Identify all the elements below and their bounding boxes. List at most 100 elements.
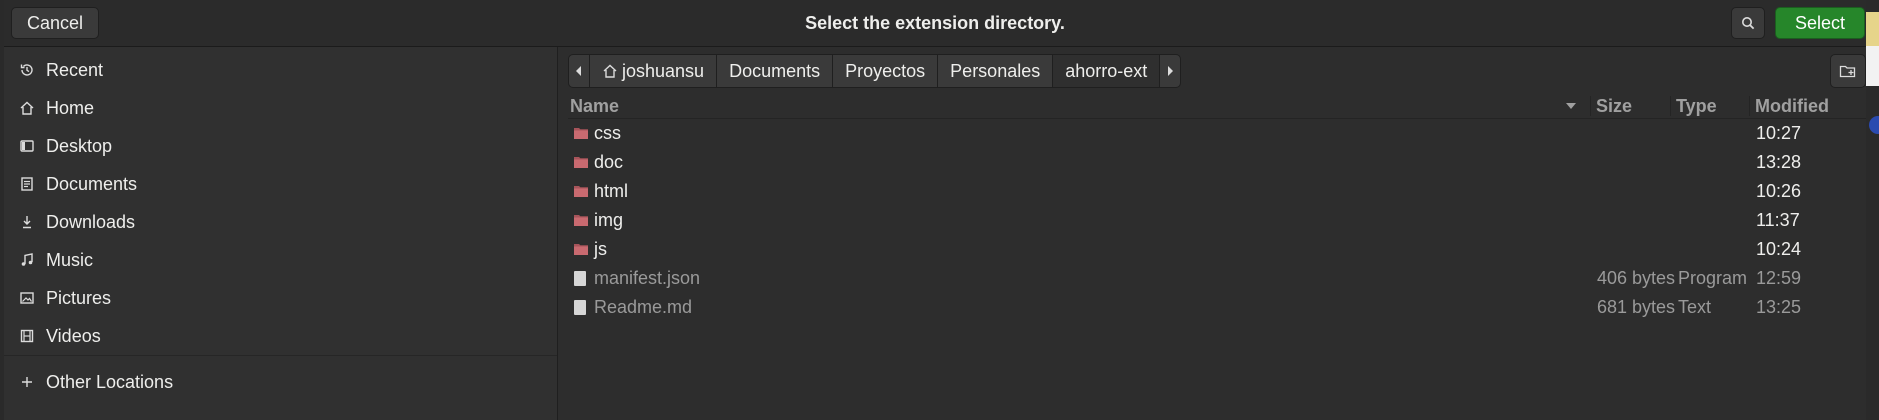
- sidebar-item-documents[interactable]: Documents: [4, 165, 557, 203]
- sidebar-item-label: Desktop: [46, 135, 113, 156]
- path-segment-home[interactable]: joshuansu: [589, 54, 718, 88]
- new-folder-button[interactable]: [1830, 54, 1866, 88]
- sidebar-item-label: Home: [46, 97, 95, 118]
- column-header-modified[interactable]: Modified: [1755, 94, 1865, 118]
- file-name: js: [594, 239, 607, 259]
- background-strip: [1865, 12, 1879, 46]
- path-segment[interactable]: Personales: [937, 54, 1054, 88]
- path-scroll-right-button[interactable]: [1159, 54, 1182, 88]
- path-segment-label: Proyectos: [845, 60, 926, 81]
- chevron-right-icon: [1168, 66, 1174, 76]
- file-chooser-dialog: Cancel Select the extension directory. S…: [4, 0, 1866, 420]
- plus-icon: [18, 373, 36, 391]
- column-separator: [1670, 96, 1671, 116]
- desktop-icon: [18, 137, 36, 155]
- column-separator: [1590, 96, 1591, 116]
- file-modified: 10:24: [1756, 239, 1802, 259]
- file-modified: 10:26: [1756, 181, 1802, 201]
- column-header-label: Modified: [1755, 95, 1829, 116]
- file-modified: 13:25: [1756, 297, 1802, 317]
- sidebar-item-videos[interactable]: Videos: [4, 317, 557, 355]
- document-icon: [18, 175, 36, 193]
- file-name: html: [594, 181, 629, 201]
- cancel-button[interactable]: Cancel: [11, 7, 99, 39]
- background-strip: [1865, 46, 1879, 86]
- folder-icon: [574, 157, 588, 168]
- header-bar: Cancel Select the extension directory. S…: [4, 0, 1866, 47]
- places-sidebar: Recent Home Desktop Documents Downloads …: [4, 47, 558, 420]
- path-segment-label: joshuansu: [622, 60, 705, 81]
- path-bar: joshuansu Documents Proyectos Personales…: [568, 54, 1182, 88]
- file-row[interactable]: css 10:27: [568, 119, 1866, 148]
- sidebar-item-label: Recent: [46, 59, 104, 80]
- column-header-label: Name: [570, 95, 620, 116]
- file-modified: 13:28: [1756, 152, 1802, 172]
- sidebar-item-label: Downloads: [46, 211, 136, 232]
- sidebar-item-home[interactable]: Home: [4, 89, 557, 127]
- folder-icon: [574, 186, 588, 197]
- file-type: Program: [1678, 268, 1748, 288]
- select-button[interactable]: Select: [1775, 7, 1865, 39]
- sidebar-item-label: Music: [46, 249, 94, 270]
- file-row[interactable]: img 11:37: [568, 206, 1866, 235]
- path-segment-current[interactable]: ahorro-ext: [1052, 54, 1161, 88]
- path-segment-label: ahorro-ext: [1065, 60, 1148, 81]
- file-browser-pane: joshuansu Documents Proyectos Personales…: [558, 47, 1866, 420]
- file-modified: 12:59: [1756, 268, 1802, 288]
- file-modified: 11:37: [1756, 210, 1800, 230]
- dialog-title: Select the extension directory.: [805, 12, 1065, 33]
- column-header-size[interactable]: Size: [1596, 94, 1666, 118]
- file-row[interactable]: doc 13:28: [568, 148, 1866, 177]
- path-segment[interactable]: Documents: [716, 54, 834, 88]
- path-segment-label: Documents: [729, 60, 821, 81]
- sidebar-item-music[interactable]: Music: [4, 241, 557, 279]
- file-modified: 10:27: [1756, 123, 1802, 143]
- music-note-icon: [18, 251, 36, 269]
- sidebar-item-downloads[interactable]: Downloads: [4, 203, 557, 241]
- json-file-icon: [574, 271, 586, 286]
- sidebar-item-pictures[interactable]: Pictures: [4, 279, 557, 317]
- column-header-label: Size: [1596, 95, 1633, 116]
- clock-icon: [18, 61, 36, 79]
- file-type: Text: [1678, 297, 1712, 317]
- sidebar-item-recent[interactable]: Recent: [4, 51, 557, 89]
- sidebar-separator: [4, 355, 557, 356]
- column-header-name[interactable]: Name: [570, 94, 1588, 118]
- sidebar-item-label: Documents: [46, 173, 138, 194]
- file-size: 406 bytes: [1597, 268, 1676, 288]
- file-name: doc: [594, 152, 624, 172]
- sidebar-item-label: Videos: [46, 325, 101, 346]
- chevron-left-icon: [576, 66, 581, 76]
- file-name: css: [594, 123, 621, 143]
- path-scroll-left-button[interactable]: [568, 54, 590, 88]
- search-icon: [1742, 17, 1755, 30]
- file-name: manifest.json: [594, 268, 701, 288]
- sidebar-item-label: Pictures: [46, 287, 112, 308]
- file-row[interactable]: manifest.json 406 bytes Program 12:59: [568, 264, 1866, 293]
- file-name: img: [594, 210, 624, 230]
- folder-icon: [574, 215, 588, 226]
- search-button[interactable]: [1731, 7, 1765, 39]
- file-size: 681 bytes: [1597, 297, 1676, 317]
- sort-descending-icon[interactable]: [1566, 102, 1576, 110]
- picture-icon: [18, 289, 36, 307]
- sidebar-item-other-locations[interactable]: Other Locations: [4, 363, 557, 401]
- file-row[interactable]: html 10:26: [568, 177, 1866, 206]
- file-list-header: Name Size Type Modified: [568, 94, 1866, 119]
- sidebar-item-label: Other Locations: [46, 371, 174, 392]
- new-folder-icon: [1839, 65, 1856, 78]
- sidebar-item-desktop[interactable]: Desktop: [4, 127, 557, 165]
- column-header-type[interactable]: Type: [1676, 94, 1746, 118]
- folder-icon: [574, 128, 588, 139]
- column-header-label: Type: [1676, 95, 1717, 116]
- markdown-file-icon: [574, 300, 586, 315]
- file-row[interactable]: Readme.md 681 bytes Text 13:25: [568, 293, 1866, 322]
- file-row[interactable]: js 10:24: [568, 235, 1866, 264]
- column-separator: [1749, 96, 1750, 116]
- home-icon: [18, 99, 36, 117]
- download-icon: [18, 213, 36, 231]
- background-dot: [1869, 116, 1879, 134]
- path-segment[interactable]: Proyectos: [832, 54, 939, 88]
- background-window-edge-right: [1865, 0, 1879, 420]
- film-icon: [18, 327, 36, 345]
